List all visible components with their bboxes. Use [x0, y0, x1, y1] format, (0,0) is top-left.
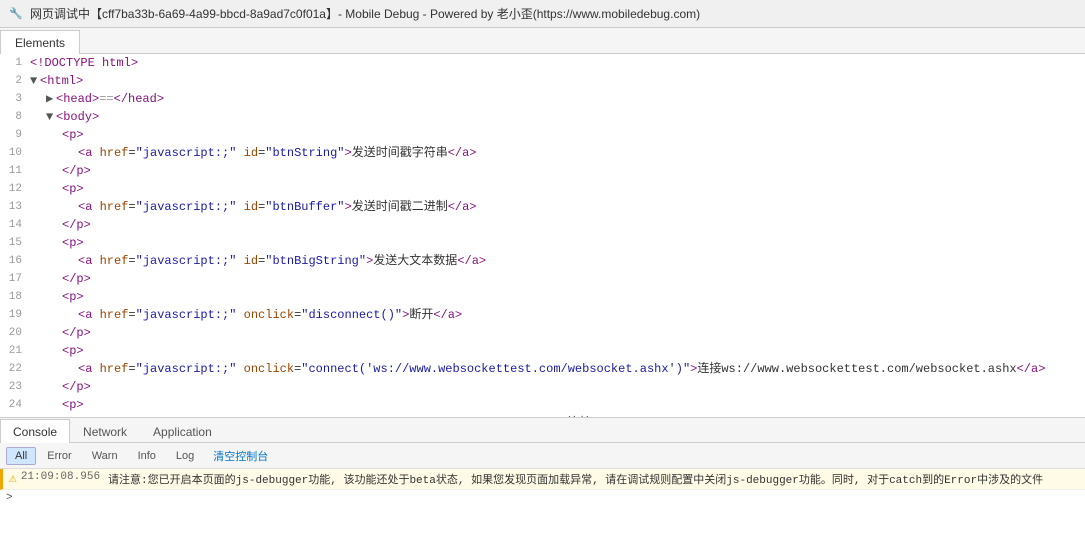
filter-info-button[interactable]: Info — [129, 447, 165, 465]
console-timestamp: 21:09:08.956 — [21, 471, 100, 483]
code-line: 18 <p> — [0, 288, 1085, 306]
top-tab-bar: Elements — [0, 28, 1085, 54]
code-line: 19 <a href="javascript:;" onclick="disco… — [0, 306, 1085, 324]
toggle-icon[interactable]: ▼ — [46, 108, 56, 126]
tab-application[interactable]: Application — [140, 419, 225, 443]
console-message-text: 请注意:您已开启本页面的js-debugger功能, 该功能还处于beta状态,… — [108, 471, 1079, 487]
console-prompt-icon: > — [6, 492, 13, 504]
code-line: 9 <p> — [0, 126, 1085, 144]
filter-all-button[interactable]: All — [6, 447, 36, 465]
tab-elements[interactable]: Elements — [0, 30, 80, 54]
filter-log-button[interactable]: Log — [167, 447, 203, 465]
code-line: 16 <a href="javascript:;" id="btnBigStri… — [0, 252, 1085, 270]
title-bar-icon: 🔧 — [8, 6, 24, 22]
code-line: 1 <!DOCTYPE html> — [0, 54, 1085, 72]
code-line: 21 <p> — [0, 342, 1085, 360]
code-area[interactable]: 1 <!DOCTYPE html> 2 ▼ <html> 3 ▶ <head>=… — [0, 54, 1085, 417]
console-prompt-row: > — [0, 490, 1085, 506]
toggle-icon[interactable]: ▼ — [30, 72, 40, 90]
code-line: 13 <a href="javascript:;" id="btnBuffer"… — [0, 198, 1085, 216]
code-line: 10 <a href="javascript:;" id="btnString"… — [0, 144, 1085, 162]
code-line: 20 </p> — [0, 324, 1085, 342]
console-message-row: ⚠ 21:09:08.956 请注意:您已开启本页面的js-debugger功能… — [0, 469, 1085, 490]
tab-console[interactable]: Console — [0, 419, 70, 443]
title-bar-text: 网页调试中【cff7ba33b-6a69-4a99-bbcd-8a9ad7c0f… — [30, 5, 700, 22]
code-line: 24 <p> — [0, 396, 1085, 414]
filter-warn-button[interactable]: Warn — [83, 447, 127, 465]
code-line: 17 </p> — [0, 270, 1085, 288]
console-output[interactable]: ⚠ 21:09:08.956 请注意:您已开启本页面的js-debugger功能… — [0, 469, 1085, 543]
bottom-tab-bar: Console Network Application — [0, 417, 1085, 443]
title-bar: 🔧 网页调试中【cff7ba33b-6a69-4a99-bbcd-8a9ad7c… — [0, 0, 1085, 28]
code-line: 23 </p> — [0, 378, 1085, 396]
console-filter-bar: All Error Warn Info Log 清空控制台 — [0, 443, 1085, 469]
code-line: 2 ▼ <html> — [0, 72, 1085, 90]
tab-network[interactable]: Network — [70, 419, 140, 443]
filter-error-button[interactable]: Error — [38, 447, 80, 465]
code-line: 22 <a href="javascript:;" onclick="conne… — [0, 360, 1085, 378]
code-line: 11 </p> — [0, 162, 1085, 180]
code-line: 8 ▼ <body> — [0, 108, 1085, 126]
code-line: 15 <p> — [0, 234, 1085, 252]
clear-console-button[interactable]: 清空控制台 — [205, 446, 276, 466]
toggle-icon[interactable]: ▶ — [46, 90, 56, 108]
code-line: 3 ▶ <head>==</head> — [0, 90, 1085, 108]
code-line: 12 <p> — [0, 180, 1085, 198]
warning-icon: ⚠ — [9, 471, 17, 486]
code-line: 14 </p> — [0, 216, 1085, 234]
